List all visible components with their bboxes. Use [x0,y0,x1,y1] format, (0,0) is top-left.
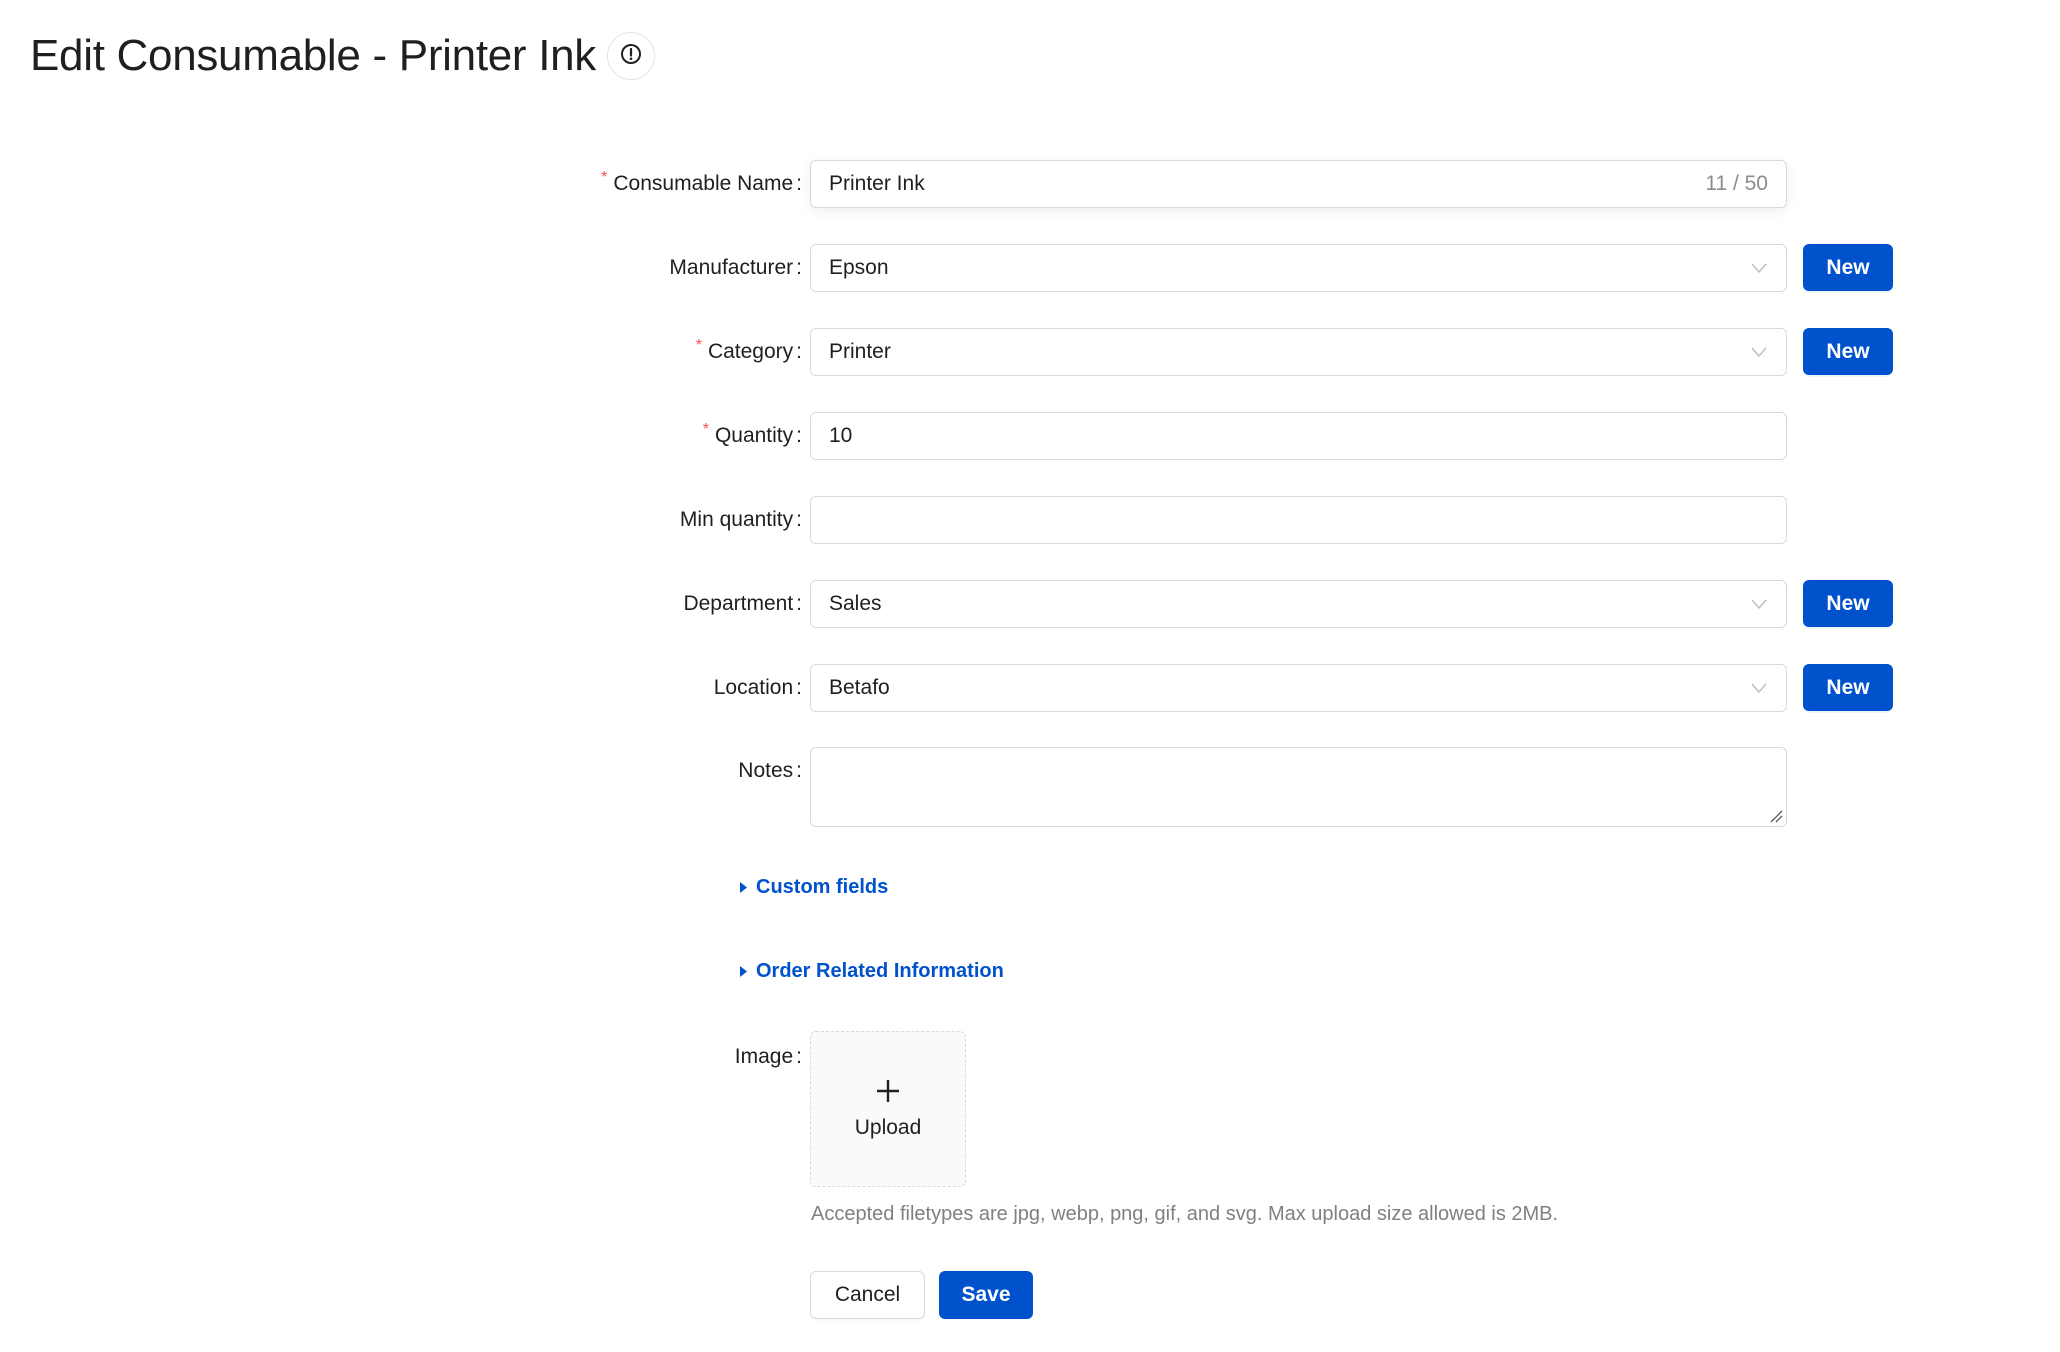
department-select[interactable]: Sales [810,580,1787,628]
chevron-down-icon [1751,683,1767,694]
upload-help-text: Accepted filetypes are jpg, webp, png, g… [811,1203,1559,1225]
quantity-value: 10 [829,424,853,447]
notes-textarea[interactable] [810,747,1787,827]
chevron-down-icon [1751,599,1767,610]
new-location-button[interactable]: New [1803,664,1893,711]
notes-label: Notes: [738,759,802,782]
form-row-notes: Notes: [0,747,2060,827]
character-count: 11 / 50 [1705,172,1768,195]
min-quantity-label: Min quantity: [679,508,802,531]
manufacturer-select[interactable]: Epson [810,244,1787,292]
page-title: Edit Consumable - Printer Ink [30,31,596,80]
form-row-category: * Category: Printer New [0,328,2060,376]
image-label: Image: [734,1045,802,1068]
department-value: Sales [829,592,882,615]
form-row-min-quantity: Min quantity: [0,496,2060,544]
caret-right-icon [740,881,747,893]
new-manufacturer-button[interactable]: New [1803,244,1893,291]
chevron-down-icon [1751,263,1767,274]
quantity-input[interactable]: 10 [810,412,1787,460]
save-button[interactable]: Save [939,1271,1033,1319]
new-department-button[interactable]: New [1803,580,1893,627]
form-row-location: Location: Betafo New [0,664,2060,712]
location-select[interactable]: Betafo [810,664,1787,712]
form-row-consumable-name: * Consumable Name: Printer Ink 11 / 50 [0,160,2060,208]
resize-grip-icon[interactable] [1769,809,1783,823]
chevron-down-icon [1751,347,1767,358]
department-label: Department: [683,592,802,615]
image-upload-button[interactable]: Upload [810,1031,966,1187]
consumable-name-label: * Consumable Name: [601,169,802,195]
location-label: Location: [713,676,802,699]
form-row-manufacturer: Manufacturer: Epson New [0,244,2060,292]
custom-fields-toggle[interactable]: Custom fields [739,872,888,902]
order-info-toggle[interactable]: Order Related Information [739,956,1004,986]
exclamation-circle-icon [619,42,643,71]
form-row-department: Department: Sales New [0,580,2060,628]
min-quantity-input[interactable] [810,496,1787,544]
consumable-name-value: Printer Ink [829,172,925,195]
order-info-label: Order Related Information [756,959,1004,982]
plus-icon [877,1080,899,1102]
consumable-name-input[interactable]: Printer Ink 11 / 50 [810,160,1787,208]
manufacturer-value: Epson [829,256,889,279]
upload-label: Upload [854,1116,922,1139]
required-mark: * [695,337,702,354]
new-category-button[interactable]: New [1803,328,1893,375]
required-mark: * [702,421,709,438]
category-value: Printer [829,340,891,363]
category-select[interactable]: Printer [810,328,1787,376]
location-value: Betafo [829,676,890,699]
category-label: * Category: [695,337,802,363]
manufacturer-label: Manufacturer: [669,256,802,279]
cancel-button[interactable]: Cancel [810,1271,925,1319]
quantity-label: * Quantity: [702,421,802,447]
info-button[interactable] [607,32,655,80]
form-row-quantity: * Quantity: 10 [0,412,2060,460]
form-row-image: Image: [0,1037,2060,1085]
custom-fields-label: Custom fields [756,875,889,898]
caret-right-icon [740,965,747,977]
required-mark: * [601,169,608,186]
